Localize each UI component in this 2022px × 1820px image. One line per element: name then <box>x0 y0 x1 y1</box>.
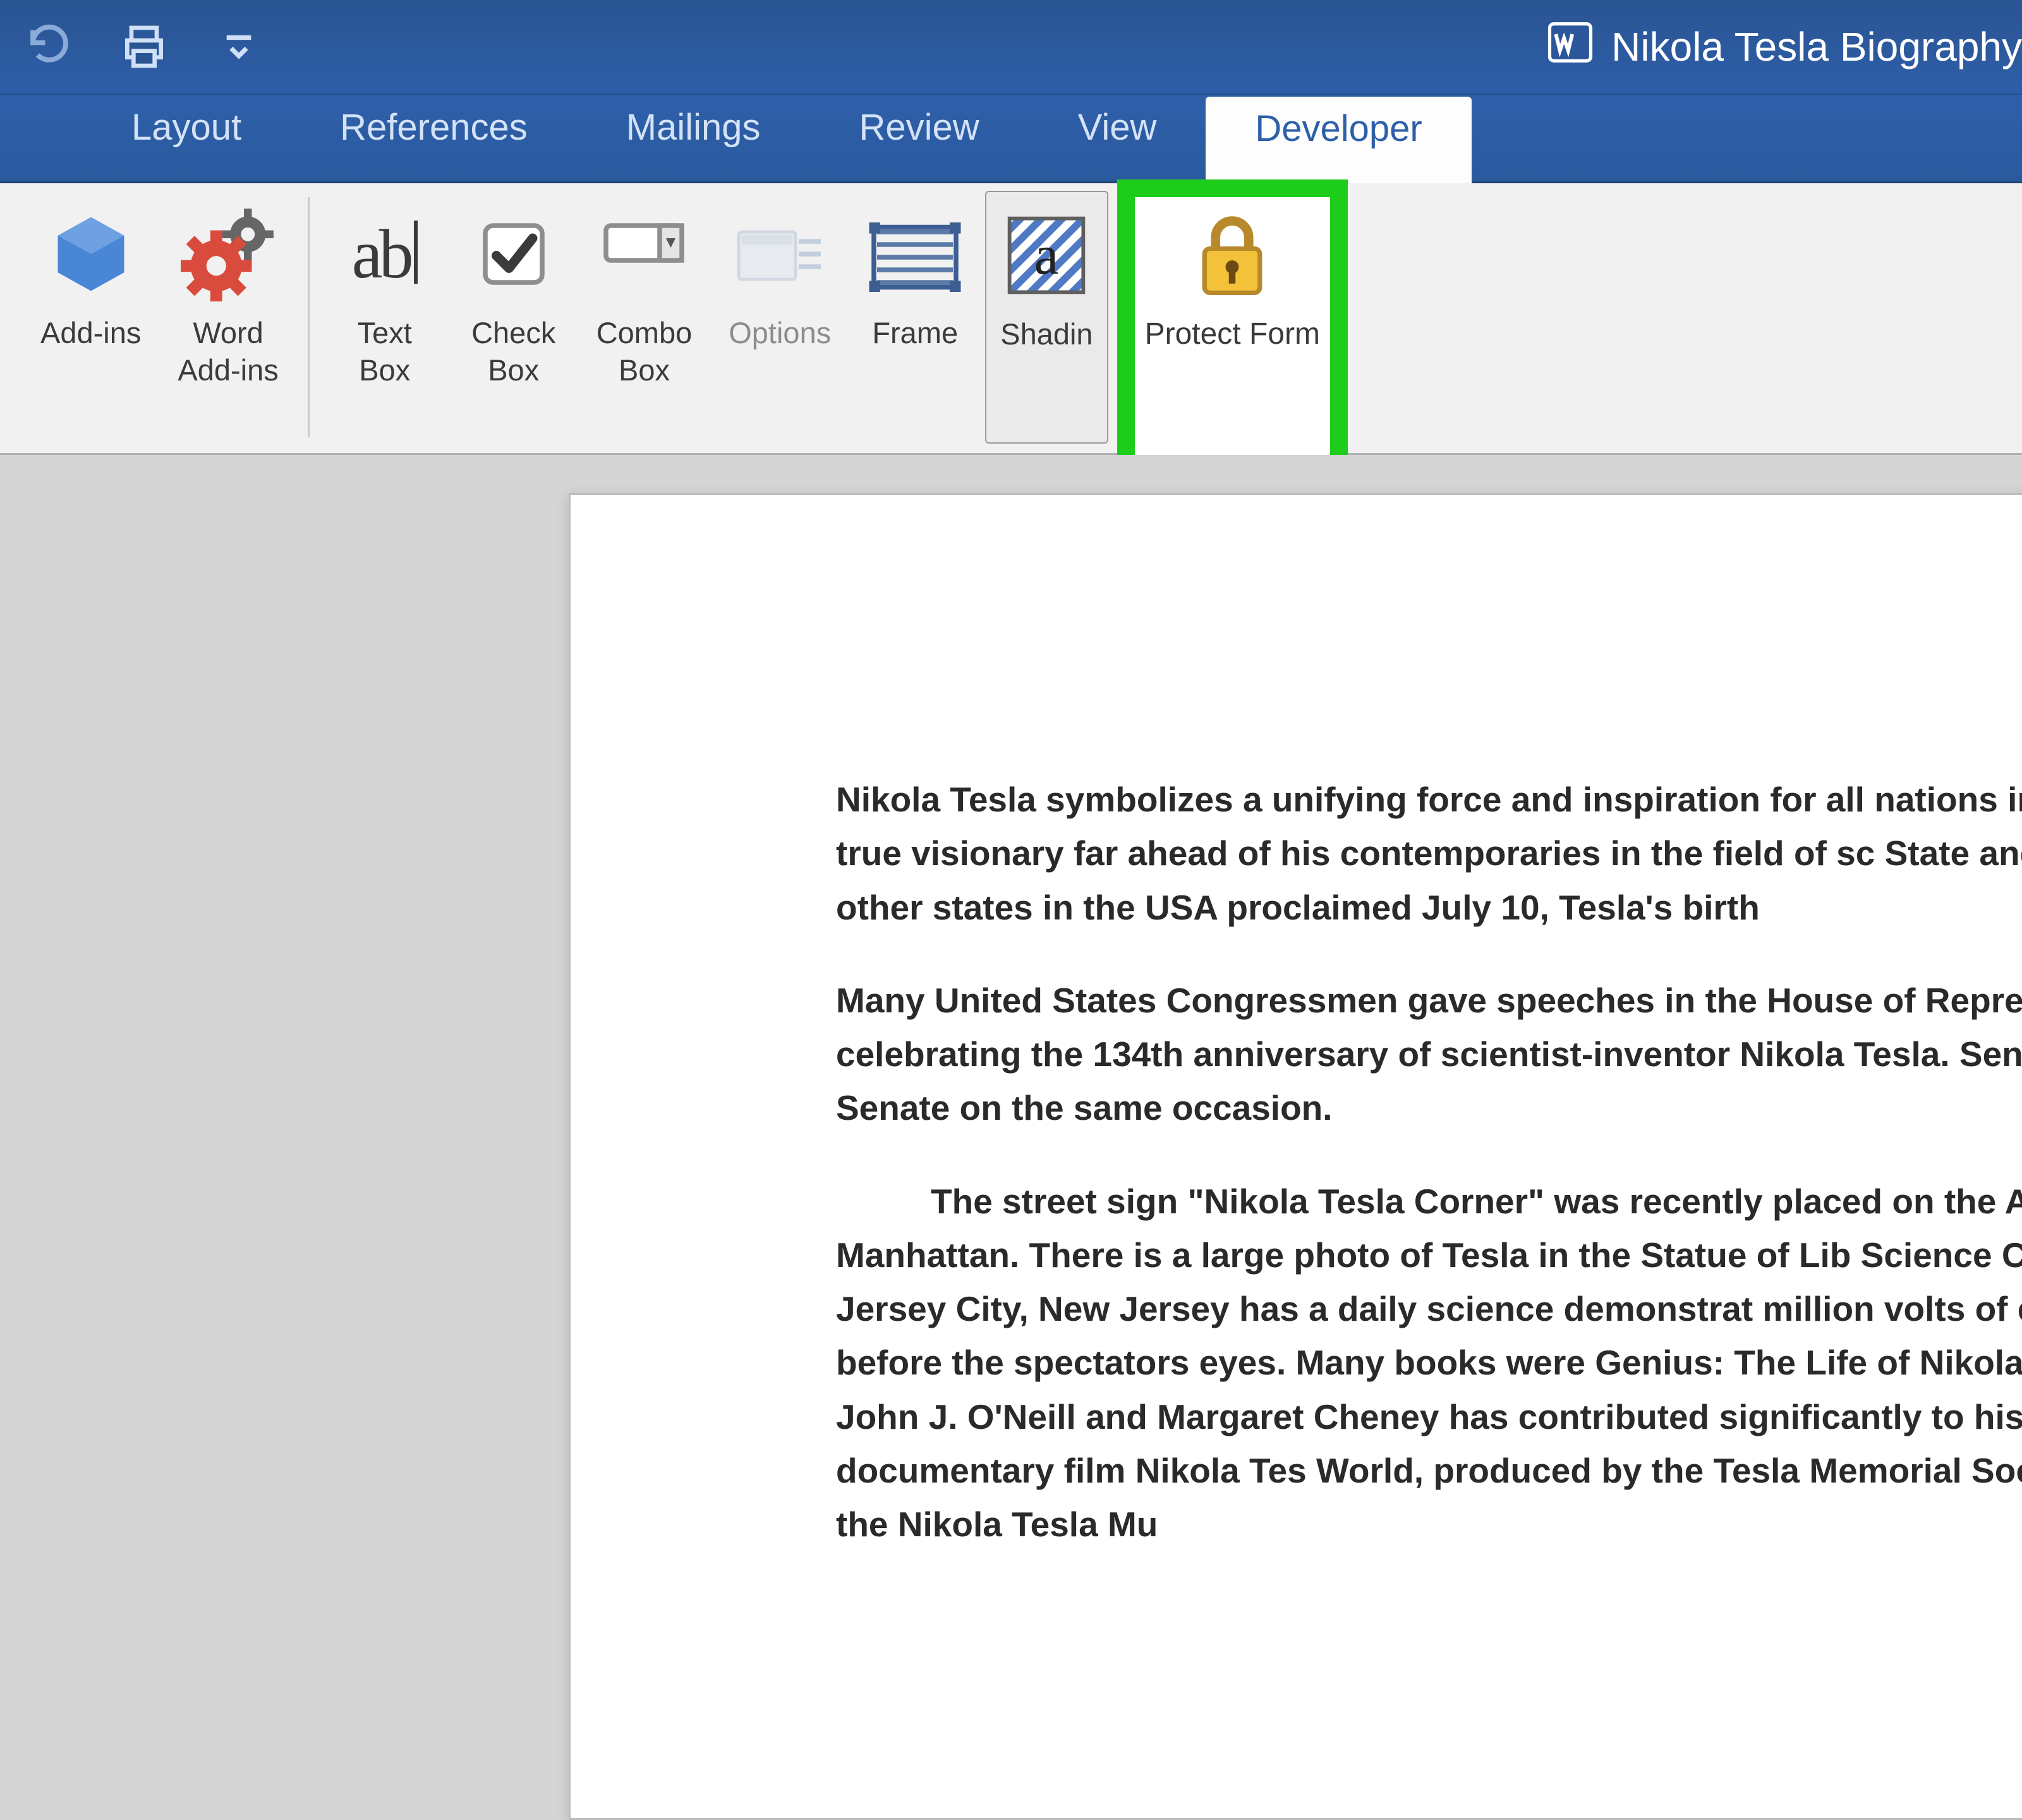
frame-icon <box>868 197 962 311</box>
text-box-button[interactable]: ab Text Box <box>325 191 445 444</box>
check-box-button[interactable]: Check Box <box>454 191 574 444</box>
tab-layout[interactable]: Layout <box>82 95 291 181</box>
document-title-text: Nikola Tesla Biography <box>1611 23 2022 70</box>
protect-form-label: Protect Form <box>1145 315 1320 354</box>
addins-icon <box>47 197 135 311</box>
shading-icon: a <box>1002 198 1091 312</box>
addins-button[interactable]: Add-ins <box>27 191 155 444</box>
quick-access-toolbar <box>0 21 264 72</box>
combo-box-label: Combo Box <box>596 315 693 389</box>
word-addins-label: Word Add-ins <box>178 315 278 389</box>
tab-developer[interactable]: Developer <box>1206 97 1471 183</box>
options-icon <box>736 197 824 311</box>
tab-mailings[interactable]: Mailings <box>577 95 810 181</box>
paragraph-2[interactable]: Many United States Congressmen gave spee… <box>836 974 2022 1136</box>
ribbon-tabs: Layout References Mailings Review View D… <box>0 95 2022 183</box>
document-page[interactable]: Nikola Tesla symbolizes a unifying force… <box>569 493 2022 1820</box>
ribbon-separator <box>308 197 310 437</box>
document-title: Nikola Tesla Biography <box>1546 18 2022 76</box>
combobox-icon <box>603 197 685 311</box>
tab-references[interactable]: References <box>291 95 577 181</box>
combo-box-button[interactable]: Combo Box <box>583 191 706 444</box>
title-bar: Nikola Tesla Biography <box>0 0 2022 95</box>
tab-review[interactable]: Review <box>810 95 1029 181</box>
tab-view[interactable]: View <box>1029 95 1206 181</box>
document-canvas[interactable]: Nikola Tesla symbolizes a unifying force… <box>0 455 2022 1517</box>
shading-label: Shadin <box>1000 316 1093 353</box>
text-box-label: Text Box <box>358 315 412 389</box>
print-button[interactable] <box>119 21 169 72</box>
addins-label: Add-ins <box>40 315 141 352</box>
frame-button[interactable]: Frame <box>854 191 976 444</box>
paragraph-3[interactable]: The street sign "Nikola Tesla Corner" wa… <box>836 1175 2022 1552</box>
frame-label: Frame <box>872 315 958 352</box>
qat-customize-button[interactable] <box>214 21 264 72</box>
options-button: Options <box>715 191 845 444</box>
lock-icon <box>1188 202 1276 310</box>
svg-text:a: a <box>1034 224 1059 286</box>
shading-button[interactable]: a Shadin <box>985 191 1108 444</box>
undo-button[interactable] <box>24 21 75 72</box>
word-addins-button[interactable]: Word Add-ins <box>164 191 292 444</box>
paragraph-1[interactable]: Nikola Tesla symbolizes a unifying force… <box>836 773 2022 935</box>
protect-form-button[interactable]: Protect Form <box>1117 179 1348 476</box>
gear-icon <box>181 197 275 311</box>
ribbon-toolbar: Add-ins <box>0 183 2022 455</box>
textbox-icon: ab <box>352 197 418 311</box>
options-label: Options <box>729 315 831 352</box>
word-app-icon <box>1546 18 1595 76</box>
checkbox-icon <box>476 197 552 311</box>
check-box-label: Check Box <box>471 315 555 389</box>
